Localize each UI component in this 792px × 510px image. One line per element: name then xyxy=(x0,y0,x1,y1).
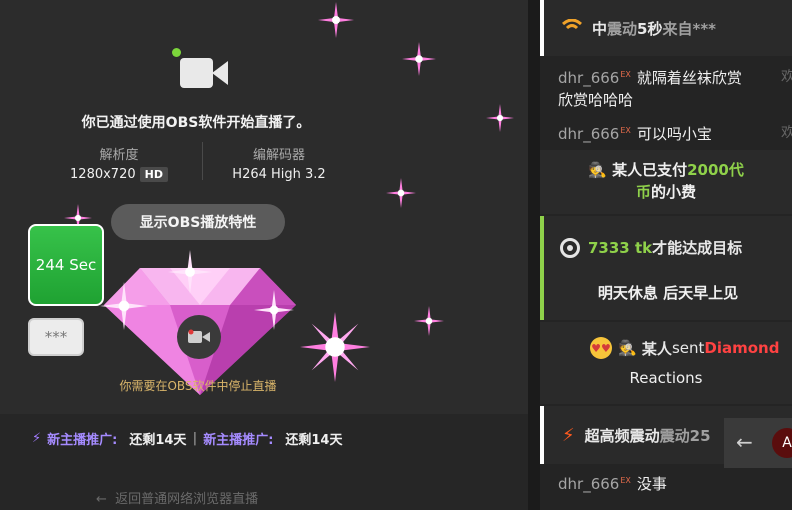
tip-amount-unit: 币 xyxy=(635,183,651,201)
new-streamer-promo-bar: ⚡ 新主播推广: 还剩14天 | 新主播推广: 还剩14天 xyxy=(0,414,528,462)
hd-badge: HD xyxy=(139,167,168,182)
user-popover[interactable]: ← A xyxy=(724,418,792,468)
sparkle-decoration xyxy=(168,250,212,294)
vibration-card: 中震动 5秒 来自*** xyxy=(540,0,792,56)
wifi-icon xyxy=(562,18,582,37)
resolution-value: 1280x720 xyxy=(70,167,136,182)
back-link-bar: ← 返回普通网络浏览器直播 xyxy=(0,462,528,510)
stream-panel: 你已通过使用OBS软件开始直播了。 解析度 1280x720 HD 编解码器 H2… xyxy=(0,0,528,462)
promo-label: 新主播推广: xyxy=(47,432,118,448)
reaction-item: Diamond xyxy=(704,339,780,357)
truncated-text: 欢 xyxy=(781,125,792,141)
codec-value: H264 High 3.2 xyxy=(232,167,326,182)
sparkle-decoration xyxy=(386,178,416,208)
timer-badge[interactable]: 244 Sec xyxy=(28,224,104,306)
promo-value: 还剩14天 xyxy=(285,432,343,448)
tip-suffix: 的小费 xyxy=(651,183,697,201)
promo-value: 还剩14天 xyxy=(129,432,187,448)
back-arrow-icon[interactable]: ← xyxy=(736,430,753,454)
spec-divider xyxy=(202,142,203,180)
chat-message: dhr_666EX 就隔着丝袜欣赏 欣赏哈哈哈 xyxy=(558,64,742,111)
emoji-icon: ♥♥ xyxy=(590,337,612,359)
sparkle-decoration xyxy=(486,104,514,132)
goal-card: 7333 tk 才能达成目标 明天休息 后天早上见 xyxy=(540,216,792,320)
chat-username[interactable]: dhr_666 xyxy=(558,69,619,87)
chat-message: dhr_666EX 可以吗小宝 xyxy=(558,120,712,145)
ex-badge: EX xyxy=(620,126,631,135)
tip-prefix: 某人已支付 xyxy=(612,161,688,179)
resolution-spec: 解析度 1280x720 HD xyxy=(60,144,178,182)
vibration-type: 震动 xyxy=(607,19,638,38)
vibration-sender: 来自*** xyxy=(662,19,717,38)
hf-label: 超高频震动 xyxy=(584,427,660,445)
chat-text: 欣赏哈哈哈 xyxy=(558,91,634,109)
sparkle-decoration xyxy=(100,282,148,330)
back-link-label: 返回普通网络浏览器直播 xyxy=(115,492,259,507)
back-to-browser-link[interactable]: ← 返回普通网络浏览器直播 xyxy=(96,488,258,507)
sparkle-decoration xyxy=(254,290,294,330)
show-obs-properties-button[interactable]: 显示OBS播放特性 xyxy=(111,204,285,240)
chat-username[interactable]: dhr_666 xyxy=(558,475,619,493)
tip-amount: 2000代 xyxy=(687,161,744,179)
target-icon xyxy=(560,237,580,258)
promo-label: 新主播推广: xyxy=(203,432,274,448)
codec-label: 编解码器 xyxy=(252,148,305,163)
spy-icon: 🕵 xyxy=(588,161,607,179)
stop-in-obs-hint: 你需要在OBS软件中停止直播 xyxy=(119,379,277,393)
chat-text: 可以吗小宝 xyxy=(636,125,712,143)
obs-status-message: 你已通过使用OBS软件开始直播了。 xyxy=(81,115,311,131)
reaction-verb: sent xyxy=(671,339,705,357)
spy-icon: 🕵 xyxy=(618,339,637,357)
goal-amount: 7333 tk xyxy=(588,238,653,257)
ex-badge: EX xyxy=(620,476,631,485)
goal-subtitle: 明天休息 后天早上见 xyxy=(597,284,739,302)
camera-stopped-icon xyxy=(177,315,221,359)
chat-username[interactable]: dhr_666 xyxy=(558,125,619,143)
bolt-icon: ⚡ xyxy=(562,425,575,446)
bolt-icon: ⚡ xyxy=(32,430,42,446)
sparkle-decoration xyxy=(414,306,444,336)
sparkle-decoration xyxy=(402,42,436,76)
sparkle-decoration xyxy=(318,2,354,38)
live-indicator-dot xyxy=(172,48,181,57)
tip-notification: 🕵 某人已支付2000代 币的小费 xyxy=(540,150,792,214)
vibration-level: 中 xyxy=(592,19,608,38)
hf-rest: 震动25 xyxy=(659,427,711,445)
truncated-text: 欢 xyxy=(781,69,792,85)
vibration-duration: 5秒 xyxy=(637,19,663,38)
panel-divider xyxy=(528,0,540,510)
reaction-label: Reactions xyxy=(629,369,703,387)
resolution-label: 解析度 xyxy=(99,148,139,163)
goal-text: 才能达成目标 xyxy=(652,239,743,257)
reaction-notification: ♥♥ 🕵 某人 sent Diamond Reactions xyxy=(540,322,792,404)
avatar[interactable]: A xyxy=(772,428,792,458)
chat-text: 就隔着丝袜欣赏 xyxy=(636,69,742,87)
back-arrow-icon: ← xyxy=(96,492,107,507)
ex-badge: EX xyxy=(620,70,631,79)
promo-separator: | xyxy=(192,430,198,446)
reaction-sender: 某人 xyxy=(641,339,672,358)
codec-spec: 编解码器 H264 High 3.2 xyxy=(214,144,344,182)
chat-text: 没事 xyxy=(636,475,667,493)
camera-icon xyxy=(172,48,232,94)
masked-badge[interactable]: *** xyxy=(28,318,84,356)
sparkle-decoration xyxy=(300,312,370,382)
chat-message: dhr_666EX 没事 xyxy=(558,470,667,495)
